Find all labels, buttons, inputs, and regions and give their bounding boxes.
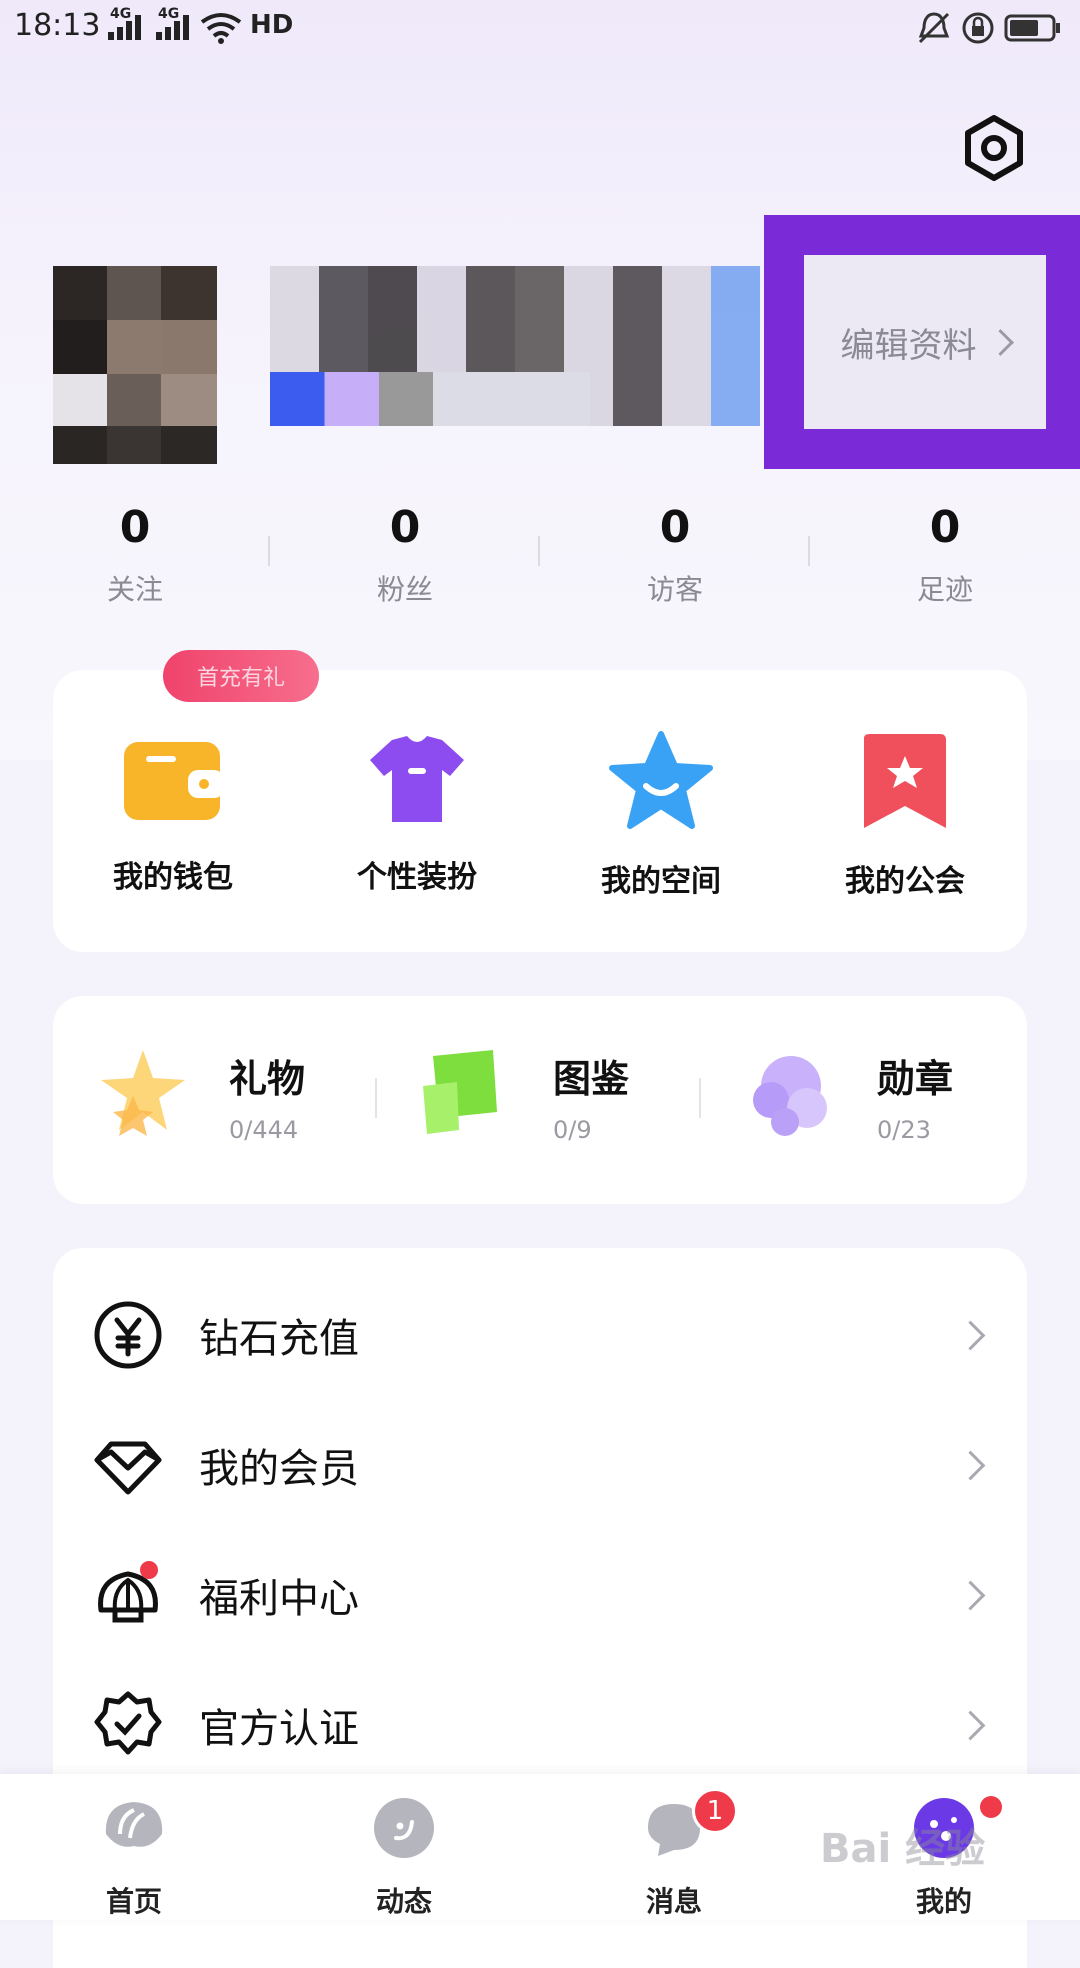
diamond-icon bbox=[94, 1441, 162, 1495]
chevron-right-icon bbox=[955, 1580, 986, 1610]
collection-title: 礼物 bbox=[229, 1057, 306, 1101]
stat-value: 0 bbox=[659, 502, 691, 553]
collection-title: 勋章 bbox=[877, 1057, 954, 1101]
watermark: Bai 经验 bbox=[820, 1826, 986, 1872]
menu-item-official-verification[interactable]: 官方认证 bbox=[53, 1660, 1027, 1790]
gift-collection[interactable]: 礼物 0/444 bbox=[53, 996, 377, 1204]
tab-label: 首页 bbox=[105, 1885, 162, 1918]
signal-icon bbox=[108, 14, 144, 40]
tab-home[interactable]: 首页 bbox=[34, 1774, 234, 1920]
kite-icon bbox=[423, 1050, 497, 1134]
settings-icon[interactable] bbox=[958, 112, 1030, 184]
menu-label: 官方认证 bbox=[199, 1706, 359, 1752]
stat-following[interactable]: 0 关注 bbox=[0, 500, 270, 610]
collection-count: 0/9 bbox=[553, 1116, 592, 1144]
quick-label: 我的空间 bbox=[601, 864, 721, 899]
tab-label: 动态 bbox=[375, 1885, 432, 1918]
user-tags bbox=[270, 372, 590, 426]
first-recharge-badge[interactable]: 首充有礼 bbox=[163, 650, 319, 702]
chevron-right-icon bbox=[955, 1450, 986, 1480]
stat-label: 粉丝 bbox=[376, 573, 433, 606]
wallet-button[interactable]: 我的钱包 bbox=[73, 730, 273, 896]
quick-label: 个性装扮 bbox=[357, 860, 477, 895]
quick-label: 我的钱包 bbox=[113, 860, 233, 895]
outfit-button[interactable]: 个性装扮 bbox=[317, 730, 517, 896]
collection-title: 图鉴 bbox=[553, 1057, 630, 1101]
stat-visitors[interactable]: 0 访客 bbox=[540, 500, 810, 610]
status-right-icons bbox=[916, 8, 1066, 48]
wallet-icon bbox=[124, 742, 224, 820]
menu-label: 钻石充值 bbox=[199, 1316, 359, 1362]
notification-dot bbox=[980, 1796, 1002, 1818]
guild-icon bbox=[864, 734, 946, 828]
medal-collection[interactable]: 勋章 0/23 bbox=[701, 996, 1025, 1204]
guild-button[interactable]: 我的公会 bbox=[805, 730, 1005, 900]
stat-value: 0 bbox=[389, 502, 421, 553]
chevron-right-icon bbox=[986, 328, 1014, 356]
atlas-collection[interactable]: 图鉴 0/9 bbox=[377, 996, 701, 1204]
battery-icon bbox=[1004, 14, 1060, 42]
stats-row: 0 关注 0 粉丝 0 访客 0 足迹 bbox=[0, 500, 1080, 610]
chevron-right-icon bbox=[955, 1710, 986, 1740]
menu-label: 福利中心 bbox=[199, 1576, 359, 1622]
tab-label: 我的 bbox=[915, 1885, 972, 1918]
status-time: 18:13 bbox=[14, 8, 101, 43]
edit-profile-label: 编辑资料 bbox=[840, 325, 977, 366]
collection-count: 0/23 bbox=[877, 1116, 931, 1144]
star-icon bbox=[609, 731, 713, 829]
edit-profile-button[interactable]: 编辑资料 bbox=[804, 255, 1046, 429]
chevron-right-icon bbox=[955, 1320, 986, 1350]
rotation-lock-icon bbox=[962, 12, 994, 44]
my-space-button[interactable]: 我的空间 bbox=[561, 730, 761, 900]
stat-value: 0 bbox=[929, 502, 961, 553]
tab-messages[interactable]: 1 消息 bbox=[574, 1774, 774, 1920]
stat-fans[interactable]: 0 粉丝 bbox=[270, 500, 540, 610]
yuan-icon bbox=[94, 1301, 162, 1369]
menu-label: 我的会员 bbox=[199, 1446, 359, 1492]
collections-card: 礼物 0/444 图鉴 0/9 勋章 0/23 bbox=[53, 996, 1027, 1204]
unread-badge: 1 bbox=[692, 1788, 738, 1834]
menu-item-membership[interactable]: 我的会员 bbox=[53, 1400, 1027, 1530]
gift-star-icon bbox=[101, 1050, 185, 1136]
signal-icon-2 bbox=[156, 14, 192, 40]
stat-label: 访客 bbox=[646, 573, 703, 606]
collection-count: 0/444 bbox=[229, 1116, 299, 1144]
menu-item-welfare-center[interactable]: 福利中心 bbox=[53, 1530, 1027, 1660]
tab-label: 消息 bbox=[645, 1885, 702, 1918]
menu-item-diamond-recharge[interactable]: 钻石充值 bbox=[53, 1270, 1027, 1400]
smile-icon bbox=[374, 1798, 434, 1858]
shell-icon bbox=[98, 1561, 158, 1623]
quick-label: 我的公会 bbox=[845, 864, 965, 899]
outfit-icon bbox=[370, 736, 464, 822]
hd-indicator: HD bbox=[250, 10, 294, 40]
stat-footprints[interactable]: 0 足迹 bbox=[810, 500, 1080, 610]
quick-actions-card: 首充有礼 我的钱包 个性装扮 我的空间 我的公会 bbox=[53, 650, 1027, 952]
home-shell-icon bbox=[105, 1802, 163, 1847]
mute-bell-icon bbox=[918, 12, 950, 44]
wifi-icon bbox=[200, 13, 242, 44]
avatar[interactable] bbox=[53, 266, 217, 464]
tab-moments[interactable]: 动态 bbox=[304, 1774, 504, 1920]
puzzle-icon bbox=[753, 1056, 827, 1136]
stat-label: 关注 bbox=[106, 573, 163, 606]
badge-check-icon bbox=[94, 1691, 162, 1755]
stat-label: 足迹 bbox=[916, 573, 973, 606]
status-bar: 18:13 4G 4G HD bbox=[0, 0, 1080, 56]
stat-value: 0 bbox=[119, 502, 151, 553]
